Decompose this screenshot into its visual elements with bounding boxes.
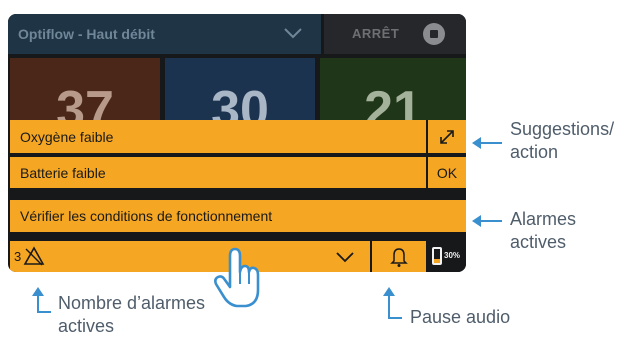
mode-label: Optiflow - Haut débit: [18, 26, 155, 42]
callout-active-alarms: Alarmes actives: [510, 209, 577, 252]
battery-icon: [432, 247, 442, 265]
callout-audio-pause: Pause audio: [410, 307, 511, 327]
alarm-row-low-oxygen[interactable]: Oxygène faible: [10, 120, 466, 153]
connector-line: [388, 294, 390, 318]
suggestions-button[interactable]: [426, 120, 466, 153]
connector-line: [388, 317, 402, 319]
parameter-tile-3[interactable]: 21: [320, 58, 466, 120]
alarm-text: Vérifier les conditions de fonctionnemen…: [20, 208, 273, 224]
alarm-text: Batterie faible: [20, 164, 106, 181]
tile-value: 37: [56, 81, 114, 120]
top-bar: Optiflow - Haut débit ARRÊT: [8, 14, 466, 54]
active-alarms-toggle[interactable]: 3: [10, 241, 370, 272]
battery-indicator: 30%: [428, 241, 466, 272]
arrow-left-icon: [472, 215, 502, 227]
battery-level: [434, 258, 440, 263]
chevron-down-icon: [336, 252, 354, 263]
device-screen: Optiflow - Haut débit ARRÊT 37 30 21 Oxy…: [8, 14, 466, 272]
alarm-text: Oxygène faible: [20, 128, 114, 145]
alarm-row-check-conditions[interactable]: Vérifier les conditions de fonctionnemen…: [10, 200, 466, 232]
stop-button[interactable]: ARRÊT: [324, 14, 466, 54]
callout-alarm-count: Nombre d’alarmes actives: [58, 293, 206, 336]
arrow-left-icon: [472, 137, 502, 149]
alarm-row-low-battery[interactable]: Batterie faible OK: [10, 157, 466, 188]
connector-line: [37, 294, 39, 312]
chevron-down-icon: [284, 28, 302, 39]
bell-icon: [390, 248, 408, 267]
alarm-count: 3: [14, 249, 22, 264]
ok-button[interactable]: OK: [426, 157, 466, 188]
mode-selector[interactable]: Optiflow - Haut débit: [8, 14, 321, 54]
tile-value: 21: [364, 81, 422, 120]
stop-icon: [423, 23, 445, 45]
parameter-tile-1[interactable]: 37: [10, 58, 160, 120]
alarm-triangle-icon: [23, 246, 45, 266]
battery-percentage: 30%: [444, 251, 461, 260]
expand-icon: [440, 129, 454, 144]
tile-value: 30: [211, 81, 269, 120]
connector-line: [37, 311, 51, 313]
stop-label: ARRÊT: [352, 26, 400, 41]
ok-label: OK: [436, 164, 458, 181]
callout-suggestions: Suggestions/ action: [510, 119, 615, 162]
parameter-tile-2[interactable]: 30: [165, 58, 315, 120]
audio-pause-button[interactable]: [372, 241, 426, 272]
